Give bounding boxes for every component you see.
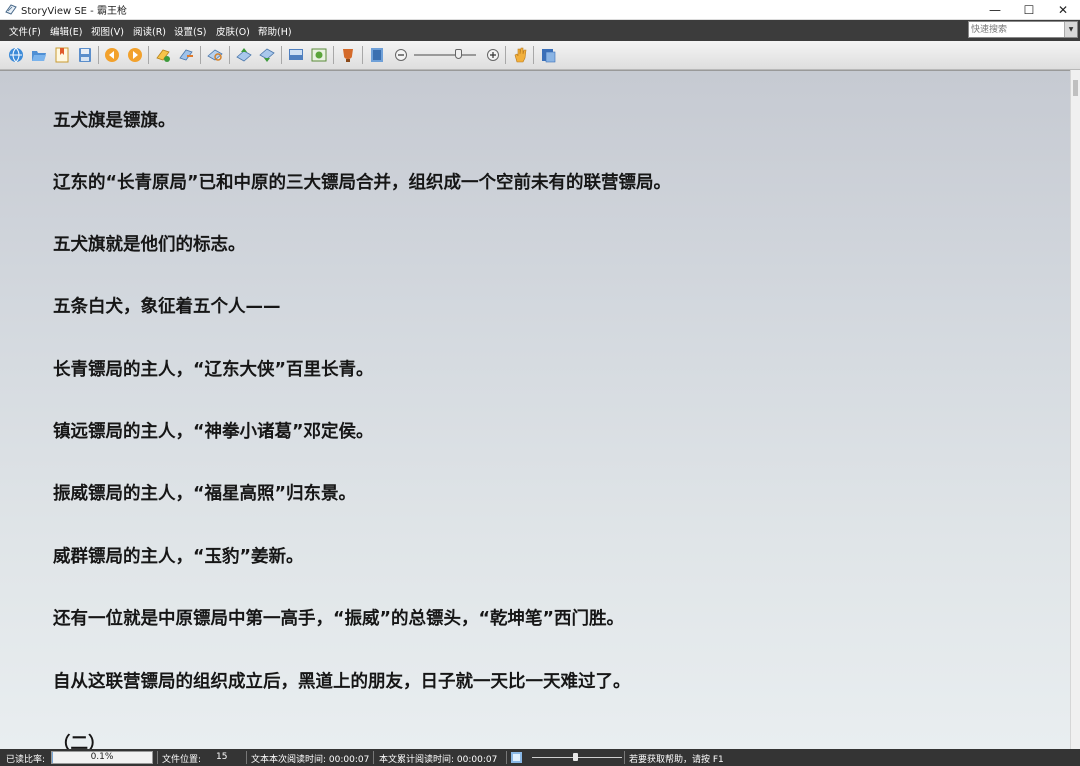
menu-skin[interactable]: 皮肤(O) <box>216 24 250 38</box>
toolbar-separator <box>333 46 334 64</box>
toolbar-separator <box>533 46 534 64</box>
file-position-label: 文件位置: <box>162 755 202 765</box>
reading-area[interactable]: 五犬旗是镖旗。 辽东的“长青原局”已和中原的三大镖局合并，组织成一个空前未有的联… <box>0 70 1070 750</box>
toolbar-separator <box>281 46 282 64</box>
section-heading: （二） <box>53 734 106 750</box>
paragraph: 威群镖局的主人，“玉豹”姜新。 <box>53 547 304 567</box>
status-separator <box>157 751 158 764</box>
quick-search-box[interactable]: ▼ <box>968 21 1078 38</box>
read-ratio-label: 已读比率: <box>6 755 46 765</box>
read-progress-bar: 0.1% <box>51 751 153 764</box>
total-read-time: 本文累计阅读时间: 00:00:07 <box>379 755 498 765</box>
goto-bookmark-icon[interactable] <box>177 46 195 64</box>
file-position-value: 15 <box>216 752 228 762</box>
maximize-icon: ☐ <box>1023 2 1035 17</box>
menu-view[interactable]: 视图(V) <box>91 24 124 38</box>
session-read-time: 文本本次阅读时间: 00:00:07 <box>251 755 370 765</box>
status-separator <box>373 751 374 764</box>
close-icon: ✕ <box>1057 2 1069 17</box>
next-chapter-icon[interactable] <box>126 46 144 64</box>
menu-settings[interactable]: 设置(S) <box>174 24 206 38</box>
paragraph: 自从这联营镖局的组织成立后，黑道上的朋友，日子就一天比一天难过了。 <box>53 672 631 692</box>
toolbar-separator <box>362 46 363 64</box>
toolbar-separator <box>229 46 230 64</box>
status-bar: 已读比率: 0.1% 文件位置: 15 文本本次阅读时间: 00:00:07 本… <box>0 749 1080 766</box>
menu-bar: 文件(F) 编辑(E) 视图(V) 阅读(R) 设置(S) 皮肤(O) 帮助(H… <box>0 20 1080 41</box>
chevron-down-icon[interactable]: ▼ <box>1064 22 1077 37</box>
paragraph: 五犬旗就是他们的标志。 <box>53 235 246 255</box>
close-button[interactable]: ✕ <box>1046 0 1080 19</box>
toolbar-separator <box>200 46 201 64</box>
help-hint: 若要获取帮助，请按 F1 <box>629 755 724 765</box>
menu-file[interactable]: 文件(F) <box>9 24 41 38</box>
menu-read[interactable]: 阅读(R) <box>133 24 166 38</box>
auto-scroll-icon[interactable] <box>511 752 522 763</box>
title-bar: StoryView SE - 霸王枪 — ☐ ✕ <box>0 0 1080 20</box>
paragraph: 辽东的“长青原局”已和中原的三大镖局合并，组织成一个空前未有的联营镖局。 <box>53 173 672 193</box>
paragraph: 还有一位就是中原镖局中第一高手，“振威”的总镖头，“乾坤笔”西门胜。 <box>53 609 625 629</box>
add-bookmark-icon[interactable] <box>154 46 172 64</box>
image-icon[interactable] <box>310 46 328 64</box>
scroll-speed-thumb[interactable] <box>573 753 578 761</box>
vertical-scrollbar[interactable] <box>1070 70 1080 749</box>
zoom-out-icon[interactable] <box>392 46 410 64</box>
maximize-button[interactable]: ☐ <box>1012 0 1046 19</box>
page-down-icon[interactable] <box>258 46 276 64</box>
paragraph: 振威镖局的主人，“福星高照”归东景。 <box>53 484 357 504</box>
read-ratio-value: 0.1% <box>90 752 114 762</box>
toolbar-separator <box>505 46 506 64</box>
fullscreen-icon[interactable] <box>368 46 386 64</box>
auto-scroll-hand-icon[interactable] <box>511 46 529 64</box>
quick-search-input[interactable] <box>971 22 1065 37</box>
status-separator <box>506 751 507 764</box>
status-separator <box>624 751 625 764</box>
page-up-icon[interactable] <box>235 46 253 64</box>
prev-chapter-icon[interactable] <box>103 46 121 64</box>
paragraph: 五条白犬，象征着五个人—— <box>53 297 281 317</box>
zoom-slider-track[interactable] <box>414 54 476 56</box>
minimize-icon: — <box>989 2 1001 17</box>
menu-help[interactable]: 帮助(H) <box>258 24 292 38</box>
app-icon <box>5 4 17 15</box>
zoom-in-icon[interactable] <box>484 46 502 64</box>
scrollbar-thumb[interactable] <box>1073 80 1078 96</box>
toolbar-separator <box>98 46 99 64</box>
window-title: StoryView SE - 霸王枪 <box>21 6 127 17</box>
zoom-slider-thumb[interactable] <box>455 49 462 59</box>
paragraph: 镇远镖局的主人，“神拳小诸葛”邓定侯。 <box>53 422 374 442</box>
bookmark-file-icon[interactable] <box>53 46 71 64</box>
save-icon[interactable] <box>76 46 94 64</box>
about-icon[interactable] <box>539 46 557 64</box>
screen-mode-icon[interactable] <box>287 46 305 64</box>
toolbar-separator <box>148 46 149 64</box>
menu-edit[interactable]: 编辑(E) <box>50 24 82 38</box>
status-separator <box>246 751 247 764</box>
paragraph: 五犬旗是镖旗。 <box>53 111 176 131</box>
color-icon[interactable] <box>339 46 357 64</box>
toolbar <box>0 41 1080 70</box>
open-online-icon[interactable] <box>7 46 25 64</box>
open-file-icon[interactable] <box>30 46 48 64</box>
paragraph: 长青镖局的主人，“辽东大侠”百里长青。 <box>53 360 374 380</box>
minimize-button[interactable]: — <box>978 0 1012 19</box>
find-icon[interactable] <box>206 46 224 64</box>
